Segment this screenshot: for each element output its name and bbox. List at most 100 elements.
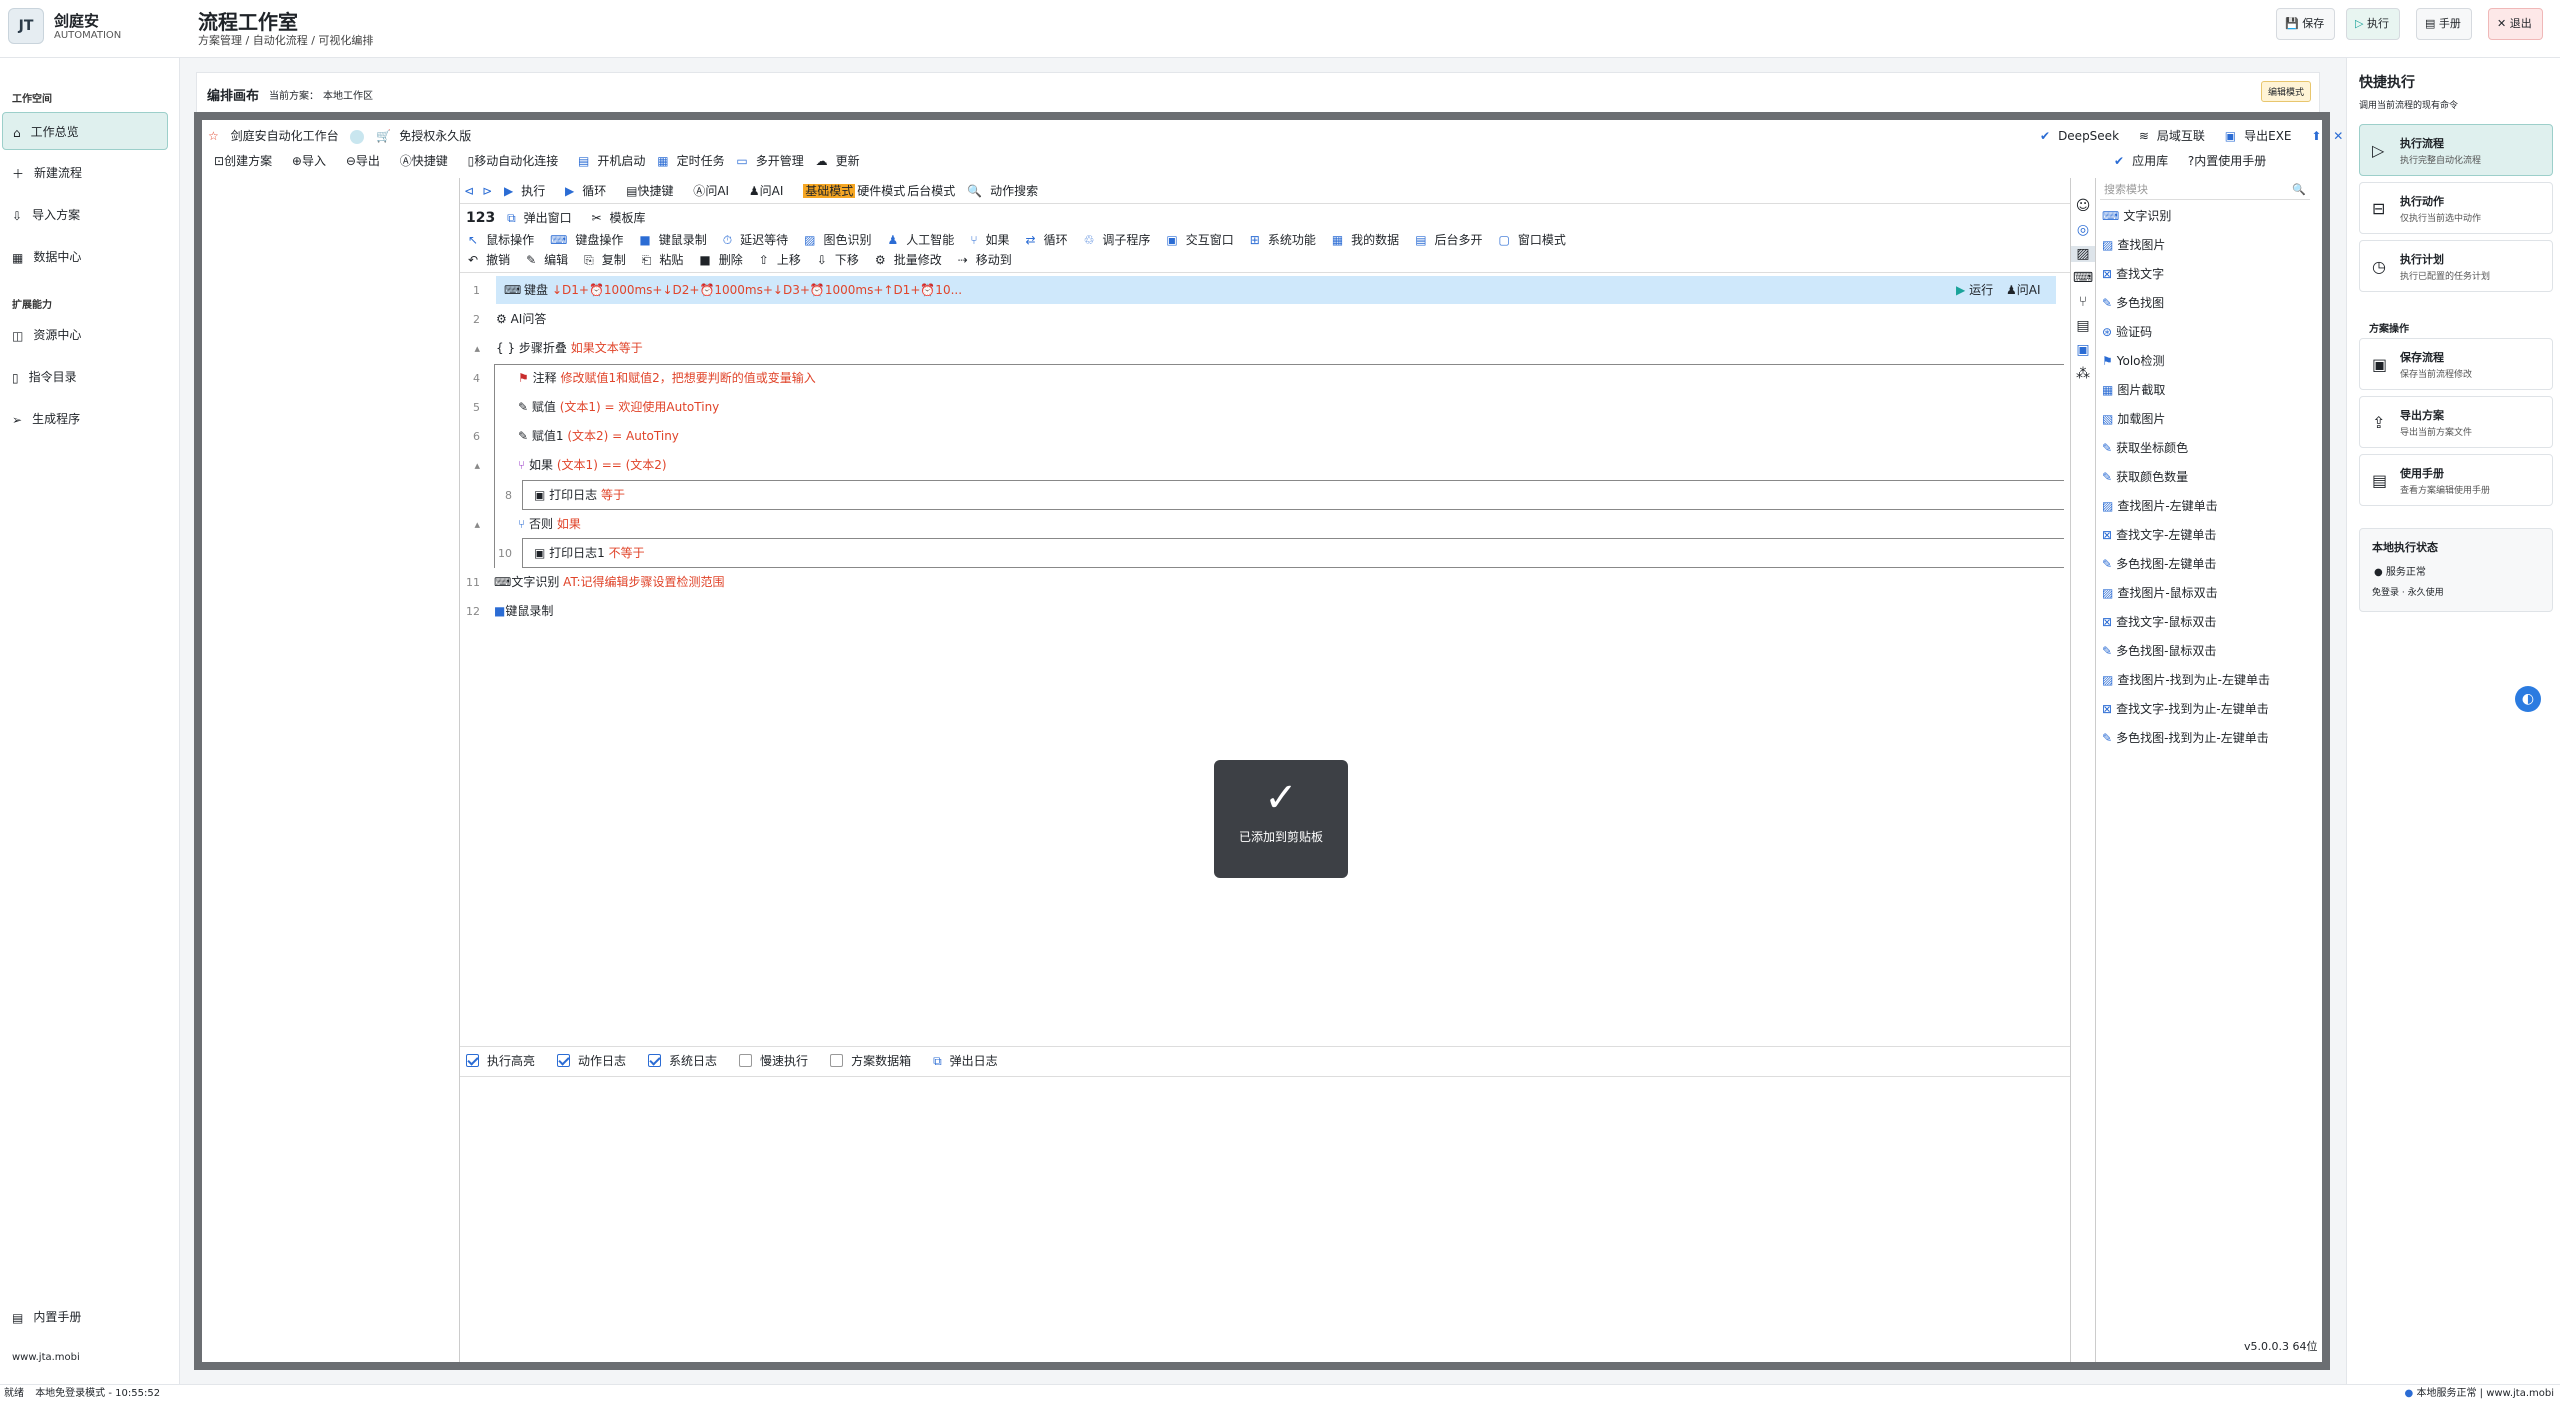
save-button[interactable]: 💾 保存 bbox=[2276, 8, 2336, 40]
code-line[interactable]: 12 ■键鼠录制 bbox=[460, 597, 553, 625]
hotkey-button[interactable]: ▤快捷键 bbox=[626, 184, 681, 198]
log-option-3[interactable]: 慢速执行 bbox=[739, 1054, 816, 1068]
edit-action-0[interactable]: ↶ 撤销 bbox=[468, 253, 518, 267]
popup-window-button[interactable]: ⧉ 弹出窗口 bbox=[507, 211, 580, 225]
edit-action-7[interactable]: ⚙ 批量修改 bbox=[875, 253, 950, 267]
action-category-7[interactable]: ⇄ 循环 bbox=[1026, 233, 1076, 247]
document-icon[interactable]: ▤ bbox=[2071, 318, 2095, 334]
edit-action-5[interactable]: ⇧ 上移 bbox=[759, 253, 809, 267]
quick-run-plan[interactable]: ◷ 执行计划 执行已配置的任务计划 bbox=[2359, 240, 2553, 292]
code-line[interactable]: ▴ { } 步骤折叠 如果文本等于 bbox=[460, 334, 642, 363]
close-icon[interactable]: ✕ bbox=[2333, 129, 2343, 143]
edit-action-4[interactable]: ■ 删除 bbox=[699, 253, 750, 267]
log-option-0[interactable]: 执行高亮 bbox=[466, 1054, 543, 1068]
edit-action-1[interactable]: ✎ 编辑 bbox=[526, 253, 576, 267]
module-item[interactable]: ✎ 多色找图-找到为止-左键单击 bbox=[2102, 724, 2270, 753]
quick-run-flow[interactable]: ▷ 执行流程 执行完整自动化流程 bbox=[2359, 124, 2553, 176]
sidebar-item-build[interactable]: ➢ 生成程序 bbox=[2, 400, 168, 438]
collapse-icon[interactable]: ▴ bbox=[460, 511, 480, 539]
menu-schedule[interactable]: ▦ bbox=[657, 154, 668, 168]
sidebar-item-commands[interactable]: ▯ 指令目录 bbox=[2, 358, 168, 396]
module-item[interactable]: ⊠ 查找文字 bbox=[2102, 260, 2270, 289]
quick-save-flow[interactable]: ▣ 保存流程 保存当前流程修改 bbox=[2359, 338, 2553, 390]
ai-icon[interactable]: ♟问AI bbox=[749, 184, 792, 198]
module-item[interactable]: ⊠ 查找文字-找到为止-左键单击 bbox=[2102, 695, 2270, 724]
mode-background[interactable]: 后台模式 bbox=[907, 184, 955, 198]
menu-import[interactable]: ⊕导入 bbox=[292, 154, 334, 168]
lan-link[interactable]: ≋ 局域互联 bbox=[2139, 129, 2213, 143]
module-item[interactable]: ▦ 图片截取 bbox=[2102, 376, 2270, 405]
action-category-9[interactable]: ▣ 交互窗口 bbox=[1166, 233, 1241, 247]
ask-ai-button[interactable]: Ⓐ问AI bbox=[693, 184, 737, 198]
target-icon[interactable]: ◎ bbox=[2071, 222, 2095, 238]
template-library-button[interactable]: ✂ 模板库 bbox=[591, 211, 653, 225]
module-item[interactable]: ✎ 获取颜色数量 bbox=[2102, 463, 2270, 492]
action-category-3[interactable]: ⏱ 延迟等待 bbox=[723, 233, 796, 247]
export-exe-link[interactable]: ▣ 导出EXE bbox=[2225, 129, 2300, 143]
module-item[interactable]: ⊛ 验证码 bbox=[2102, 318, 2270, 347]
module-item[interactable]: ▧ 加载图片 bbox=[2102, 405, 2270, 434]
loop-button[interactable]: ▶ 循环 bbox=[565, 184, 614, 198]
chat-icon[interactable]: ▣ bbox=[2071, 342, 2095, 358]
sidebar-item-import[interactable]: ⇩ 导入方案 bbox=[2, 196, 168, 234]
action-category-8[interactable]: ♲ 调子程序 bbox=[1084, 233, 1159, 247]
module-item[interactable]: ▨ 查找图片-鼠标双击 bbox=[2102, 579, 2270, 608]
collapse-icon[interactable]: ▴ bbox=[460, 452, 480, 480]
module-item[interactable]: ▨ 查找图片-左键单击 bbox=[2102, 492, 2270, 521]
code-line[interactable]: ▴ ⑂ 否则 如果 bbox=[460, 510, 580, 539]
action-category-0[interactable]: ↖ 鼠标操作 bbox=[468, 233, 542, 247]
menu-create[interactable]: ⊡创建方案 bbox=[214, 154, 280, 168]
code-line[interactable]: 4 ⚑ 注释 修改赋值1和赋值2，把想要判断的值或变量输入 bbox=[460, 364, 816, 392]
deepseek-link[interactable]: ✔ DeepSeek bbox=[2040, 129, 2127, 143]
module-item[interactable]: ▨ 查找图片 bbox=[2102, 231, 2270, 260]
sidebar-item-resources[interactable]: ◫ 资源中心 bbox=[2, 316, 168, 354]
action-category-11[interactable]: ▦ 我的数据 bbox=[1332, 233, 1407, 247]
module-item[interactable]: ✎ 多色找图 bbox=[2102, 289, 2270, 318]
edit-action-3[interactable]: ⎗ 粘贴 bbox=[642, 253, 692, 267]
module-item[interactable]: ⊠ 查找文字-鼠标双击 bbox=[2102, 608, 2270, 637]
menu-multi[interactable]: ▭ bbox=[736, 154, 747, 168]
run-step-button[interactable]: ▶ 运行 bbox=[1956, 276, 1993, 304]
code-line[interactable]: 5 ✎ 赋值 (文本1) = 欢迎使用AutoTiny bbox=[460, 393, 719, 421]
mode-hardware[interactable]: 硬件模式 bbox=[857, 184, 905, 198]
checkbox[interactable] bbox=[557, 1054, 571, 1067]
collapse-icon[interactable]: ▴ bbox=[460, 335, 480, 363]
menu-mobile[interactable]: ▯移动自动化连接 bbox=[468, 154, 567, 168]
module-item[interactable]: ⊠ 查找文字-左键单击 bbox=[2102, 521, 2270, 550]
edit-action-8[interactable]: ⇢ 移动到 bbox=[958, 253, 1020, 267]
action-search[interactable]: 🔍 动作搜索 bbox=[967, 184, 1046, 198]
quick-run-action[interactable]: ⊟ 执行动作 仅执行当前选中动作 bbox=[2359, 182, 2553, 234]
log-output[interactable] bbox=[462, 1078, 2068, 1356]
edit-action-2[interactable]: ⎘ 复制 bbox=[584, 253, 634, 267]
action-category-13[interactable]: ▢ 窗口模式 bbox=[1499, 233, 1574, 247]
menu-autostart[interactable]: ▤ bbox=[578, 154, 589, 168]
manual-button[interactable]: ▤ 手册 bbox=[2416, 8, 2472, 40]
log-option-4[interactable]: 方案数据箱 bbox=[830, 1054, 919, 1068]
quick-export-plan[interactable]: ⇪ 导出方案 导出当前方案文件 bbox=[2359, 396, 2553, 448]
module-item[interactable]: ⚑ Yolo检测 bbox=[2102, 347, 2270, 376]
menu-update[interactable]: ☁ bbox=[816, 154, 828, 168]
back-icon[interactable]: ⊲ bbox=[464, 184, 474, 198]
code-line[interactable]: 6 ✎ 赋值1 (文本2) = AutoTiny bbox=[460, 422, 679, 450]
code-line[interactable]: 10 ▣ 打印日志1 不等于 bbox=[460, 539, 645, 567]
floating-assistant-icon[interactable]: ◐ bbox=[2515, 686, 2541, 712]
module-item[interactable]: ⌨ 文字识别 bbox=[2102, 202, 2270, 231]
action-category-1[interactable]: ⌨ 键盘操作 bbox=[550, 233, 631, 247]
menu-export[interactable]: ⊖导出 bbox=[346, 154, 388, 168]
code-line[interactable]: 1 ⌨ 键盘 ↓D1+⏰1000ms+↓D2+⏰1000ms+↓D3+⏰1000… bbox=[460, 276, 2064, 304]
sidebar-item-data[interactable]: ▦ 数据中心 bbox=[2, 238, 168, 276]
action-category-12[interactable]: ▤ 后台多开 bbox=[1415, 233, 1490, 247]
manual-link[interactable]: ?内置使用手册 bbox=[2188, 154, 2274, 168]
forward-icon[interactable]: ⊳ bbox=[482, 184, 492, 198]
exit-button[interactable]: ✕ 退出 bbox=[2488, 8, 2543, 40]
pin-icon[interactable]: ⬆ bbox=[2311, 129, 2321, 143]
bot-icon[interactable]: ☺ bbox=[2071, 198, 2095, 214]
popup-log-button[interactable]: ⧉ 弹出日志 bbox=[933, 1054, 1006, 1068]
module-item[interactable]: ✎ 多色找图-鼠标双击 bbox=[2102, 637, 2270, 666]
code-line[interactable]: 8 ▣ 打印日志 等于 bbox=[460, 481, 625, 509]
app-library-link[interactable]: ✔ 应用库 bbox=[2114, 154, 2176, 168]
action-category-6[interactable]: ⑂ 如果 bbox=[970, 233, 1017, 247]
sidebar-item-overview[interactable]: ⌂ 工作总览 bbox=[2, 112, 168, 150]
edit-action-6[interactable]: ⇩ 下移 bbox=[817, 253, 867, 267]
checkbox[interactable] bbox=[739, 1054, 753, 1067]
